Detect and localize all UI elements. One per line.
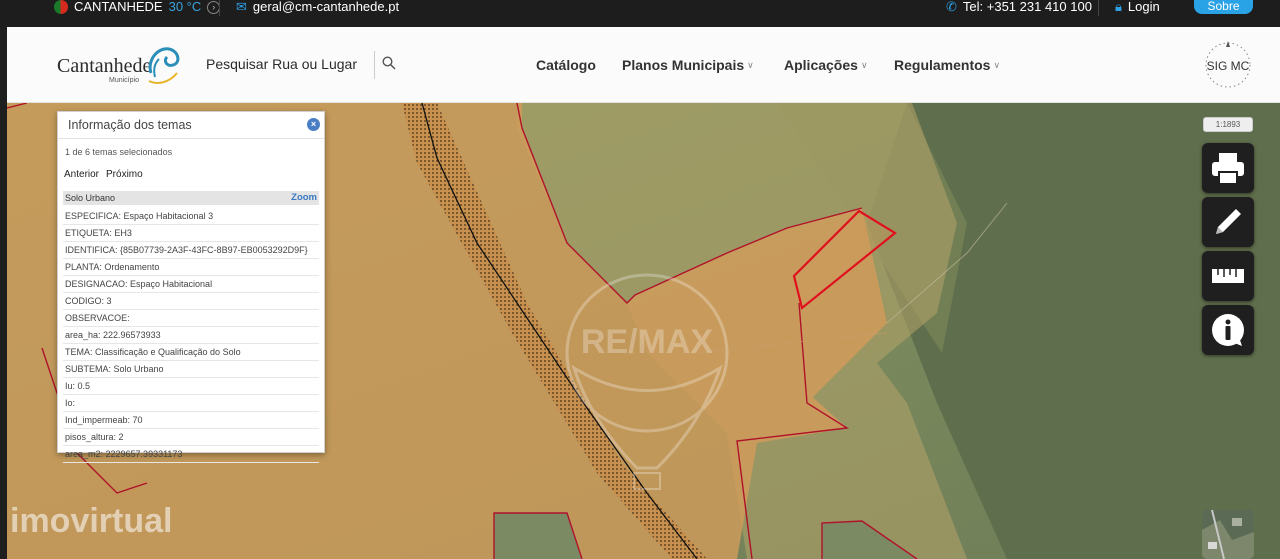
logo-name: Cantanhede	[57, 55, 152, 77]
print-icon	[1212, 153, 1244, 185]
attribute-row: Iu: 0.5	[63, 378, 319, 395]
city-weather: CANTANHEDE 30 °C ›	[54, 0, 221, 14]
nav-regulamentos[interactable]: Regulamentos ∨	[894, 57, 1000, 73]
draw-button[interactable]	[1202, 197, 1254, 247]
envelope-icon: ✉	[236, 0, 247, 14]
attribute-row: OBSERVACOE:	[63, 310, 319, 327]
prev-button[interactable]: Anterior	[64, 169, 99, 180]
about-button[interactable]: Sobre	[1194, 0, 1253, 14]
divider	[374, 51, 375, 79]
print-button[interactable]	[1202, 143, 1254, 193]
remax-text: RE/MAX	[581, 323, 714, 361]
close-icon[interactable]: ×	[307, 118, 320, 131]
imovirtual-watermark: imovirtual	[10, 502, 173, 540]
divider	[219, 0, 220, 16]
nav-planos-municipais[interactable]: Planos Municipais ∨	[622, 57, 754, 73]
attribute-row: area_ha: 222.96573933	[63, 327, 319, 344]
phone-link[interactable]: ✆ Tel: +351 231 410 100	[946, 0, 1092, 14]
divider	[58, 138, 324, 139]
nav-aplicacoes[interactable]: Aplicações ∨	[784, 57, 868, 73]
table-title: Solo Urbano	[65, 193, 116, 203]
basemap-switcher[interactable]	[1202, 510, 1254, 559]
attribute-row: PLANTA: Ordenamento	[63, 259, 319, 276]
attribute-row: pisos_altura: 2	[63, 429, 319, 446]
lock-icon: 🔒︎	[1115, 0, 1122, 14]
phone-icon: ✆	[946, 0, 957, 14]
zoom-link[interactable]: Zoom	[291, 192, 317, 203]
search-icon[interactable]	[382, 56, 396, 70]
chevron-down-icon: ∨	[747, 59, 754, 70]
login-text: Login	[1127, 0, 1160, 14]
pager: Anterior Próximo	[64, 169, 143, 180]
attribute-row: ESPECIFICA: Espaço Habitacional 3	[63, 208, 319, 225]
theme-info-panel: Informação dos temas × 1 de 6 temas sele…	[57, 111, 325, 463]
nav-label: Aplicações	[784, 57, 858, 73]
sig-mc-label: SIG MC	[1206, 59, 1250, 73]
remax-watermark-logo: RE/MAX	[565, 273, 729, 490]
attribute-row: Ind_impermeab: 70	[63, 412, 319, 429]
top-utility-bar: CANTANHEDE 30 °C › ✉ geral@cm-cantanhede…	[0, 0, 1280, 27]
chevron-down-icon: ∨	[993, 59, 1001, 70]
attribute-row: ETIQUETA: EH3	[63, 225, 319, 242]
attribute-row: Io:	[63, 395, 319, 412]
email-text: geral@cm-cantanhede.pt	[252, 0, 400, 14]
divider	[1098, 0, 1099, 16]
email-link[interactable]: ✉ geral@cm-cantanhede.pt	[236, 0, 399, 14]
attribute-table: ESPECIFICA: Espaço Habitacional 3 ETIQUET…	[63, 208, 319, 463]
nav-catalogo[interactable]: Catálogo	[536, 57, 596, 73]
ruler-icon	[1212, 269, 1244, 283]
table-header: Solo Urbano Zoom	[63, 191, 319, 205]
map-scale: 1:1893	[1203, 117, 1253, 132]
measure-button[interactable]	[1202, 251, 1254, 301]
selection-count: 1 de 6 temas selecionados	[65, 147, 173, 157]
logo-swirl-icon	[148, 47, 180, 84]
logo-subtitle: Município	[109, 77, 139, 84]
panel-title: Informação dos temas	[68, 118, 192, 132]
attribute-row: SUBTEMA: Solo Urbano	[63, 361, 319, 378]
nav-label: Planos Municipais	[622, 57, 745, 73]
chevron-down-icon: ∨	[860, 59, 868, 70]
nav-label: Regulamentos	[894, 57, 991, 73]
portugal-flag-icon	[54, 0, 68, 14]
attribute-row: DESIGNACAO: Espaço Habitacional	[63, 276, 319, 293]
attribute-row: TEMA: Classificação e Qualificação do So…	[63, 344, 319, 361]
temperature-label: 30 °C	[168, 0, 202, 14]
next-button[interactable]: Próximo	[106, 169, 143, 180]
phone-text: Tel: +351 231 410 100	[962, 0, 1092, 14]
attribute-row: area_m2: 2229657.39331173	[63, 446, 319, 463]
search-input[interactable]: Pesquisar Rua ou Lugar	[206, 56, 357, 72]
satellite-thumbnail-icon	[1202, 510, 1254, 559]
pencil-icon	[1216, 209, 1241, 234]
city-label: CANTANHEDE	[74, 0, 163, 14]
main-header: Cantanhede Município Pesquisar Rua ou Lu…	[7, 27, 1280, 103]
login-link[interactable]: 🔒︎ Login	[1115, 0, 1160, 14]
app-window: CANTANHEDE 30 °C › ✉ geral@cm-cantanhede…	[0, 0, 1280, 559]
attribute-row: IDENTIFICA: {85B07739-2A3F-43FC-8B97-EB0…	[63, 242, 319, 259]
municipality-logo[interactable]: Cantanhede Município	[55, 41, 185, 89]
info-icon	[1212, 314, 1244, 346]
attribute-row: CODIGO: 3	[63, 293, 319, 310]
sig-mc-logo[interactable]: SIG MC	[1202, 39, 1254, 91]
nav-label: Catálogo	[536, 57, 596, 73]
identify-button[interactable]	[1202, 305, 1254, 355]
